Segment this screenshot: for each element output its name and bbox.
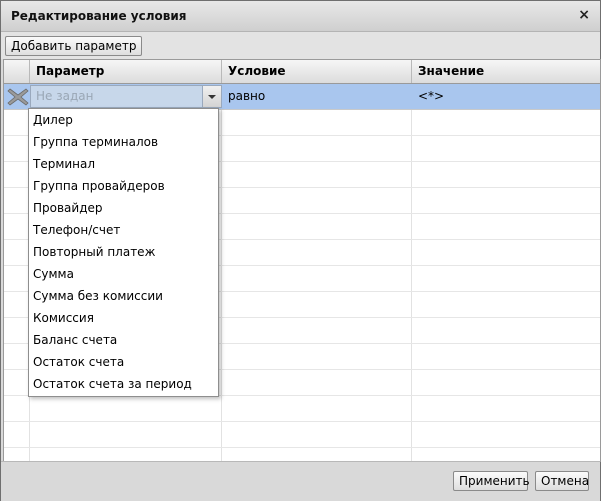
table-row bbox=[4, 396, 600, 422]
parameter-combobox[interactable]: Не задан bbox=[30, 85, 222, 108]
column-header-condition[interactable]: Условие bbox=[222, 60, 412, 83]
apply-button[interactable]: Применить bbox=[453, 471, 530, 491]
add-parameter-button[interactable]: Добавить параметр bbox=[5, 36, 143, 56]
dialog-footer: Применить Отмена bbox=[1, 461, 600, 501]
dropdown-option-provider[interactable]: Провайдер bbox=[29, 197, 218, 219]
close-icon[interactable]: × bbox=[578, 7, 590, 23]
dropdown-option-terminal-group[interactable]: Группа терминалов bbox=[29, 131, 218, 153]
edit-condition-dialog: Редактирование условия × Добавить параме… bbox=[0, 0, 601, 501]
dropdown-option-provider-group[interactable]: Группа провайдеров bbox=[29, 175, 218, 197]
grid-header: Параметр Условие Значение bbox=[4, 60, 600, 84]
dropdown-option-amount[interactable]: Сумма bbox=[29, 263, 218, 285]
dropdown-option-dealer[interactable]: Дилер bbox=[29, 109, 218, 131]
dropdown-option-account-remainder-period[interactable]: Остаток счета за период bbox=[29, 373, 218, 395]
dropdown-option-amount-without-fee[interactable]: Сумма без комиссии bbox=[29, 285, 218, 307]
table-row-selected[interactable]: Не задан равно <*> bbox=[4, 84, 600, 110]
column-header-parameter[interactable]: Параметр bbox=[30, 60, 222, 83]
delete-icon[interactable] bbox=[6, 86, 30, 108]
parameter-combobox-text: Не задан bbox=[36, 89, 94, 103]
parameter-dropdown-list: Дилер Группа терминалов Терминал Группа … bbox=[28, 108, 219, 397]
title-bar: Редактирование условия × bbox=[1, 1, 600, 32]
chevron-down-icon[interactable] bbox=[202, 86, 221, 107]
header-row-marker bbox=[4, 60, 30, 83]
dropdown-option-phone-account[interactable]: Телефон/счет bbox=[29, 219, 218, 241]
table-row bbox=[4, 422, 600, 448]
toolbar: Добавить параметр bbox=[1, 32, 600, 59]
dropdown-option-repeat-payment[interactable]: Повторный платеж bbox=[29, 241, 218, 263]
dropdown-option-fee[interactable]: Комиссия bbox=[29, 307, 218, 329]
value-cell[interactable]: <*> bbox=[412, 84, 600, 109]
dropdown-option-terminal[interactable]: Терминал bbox=[29, 153, 218, 175]
condition-cell[interactable]: равно bbox=[222, 84, 412, 109]
column-header-value[interactable]: Значение bbox=[412, 60, 600, 83]
dropdown-option-account-balance[interactable]: Баланс счета bbox=[29, 329, 218, 351]
dialog-title: Редактирование условия bbox=[11, 9, 187, 23]
dropdown-option-account-remainder[interactable]: Остаток счета bbox=[29, 351, 218, 373]
cancel-button[interactable]: Отмена bbox=[535, 471, 589, 491]
